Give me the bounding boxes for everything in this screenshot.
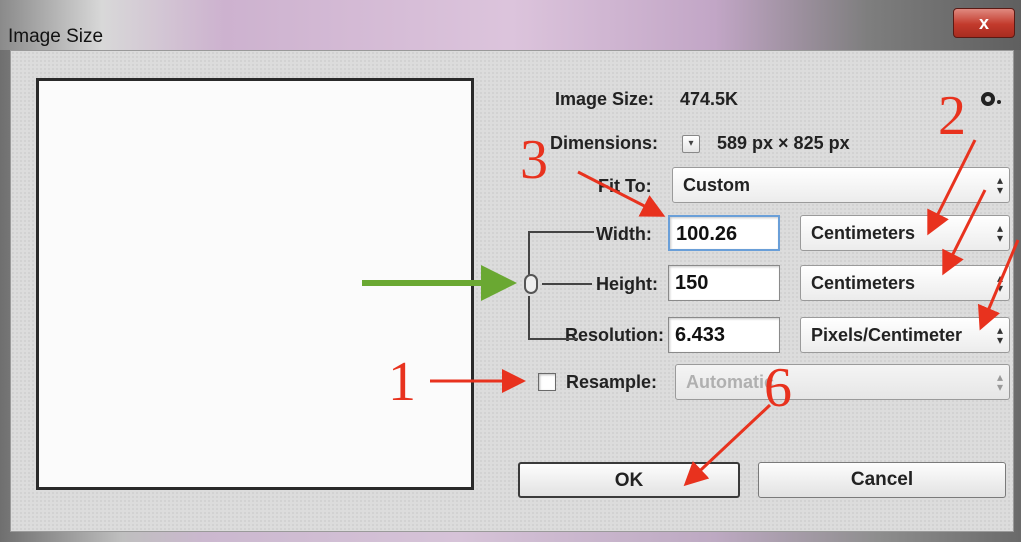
image-size-dialog: Image Size x Image Size: 474.5K Dimensio… xyxy=(0,0,1021,542)
annotation-number-1: 1 xyxy=(388,351,416,413)
arrow-2a xyxy=(927,139,977,236)
arrow-6 xyxy=(683,403,772,487)
annotation-arrows xyxy=(362,139,1020,487)
arrow-2b xyxy=(942,189,987,276)
annotation-number-3: 3 xyxy=(520,129,548,191)
annotation-number-6: 6 xyxy=(764,357,792,419)
annotation-number-2: 2 xyxy=(938,85,966,147)
arrow-3 xyxy=(577,170,666,217)
arrow-2c xyxy=(977,239,1020,331)
